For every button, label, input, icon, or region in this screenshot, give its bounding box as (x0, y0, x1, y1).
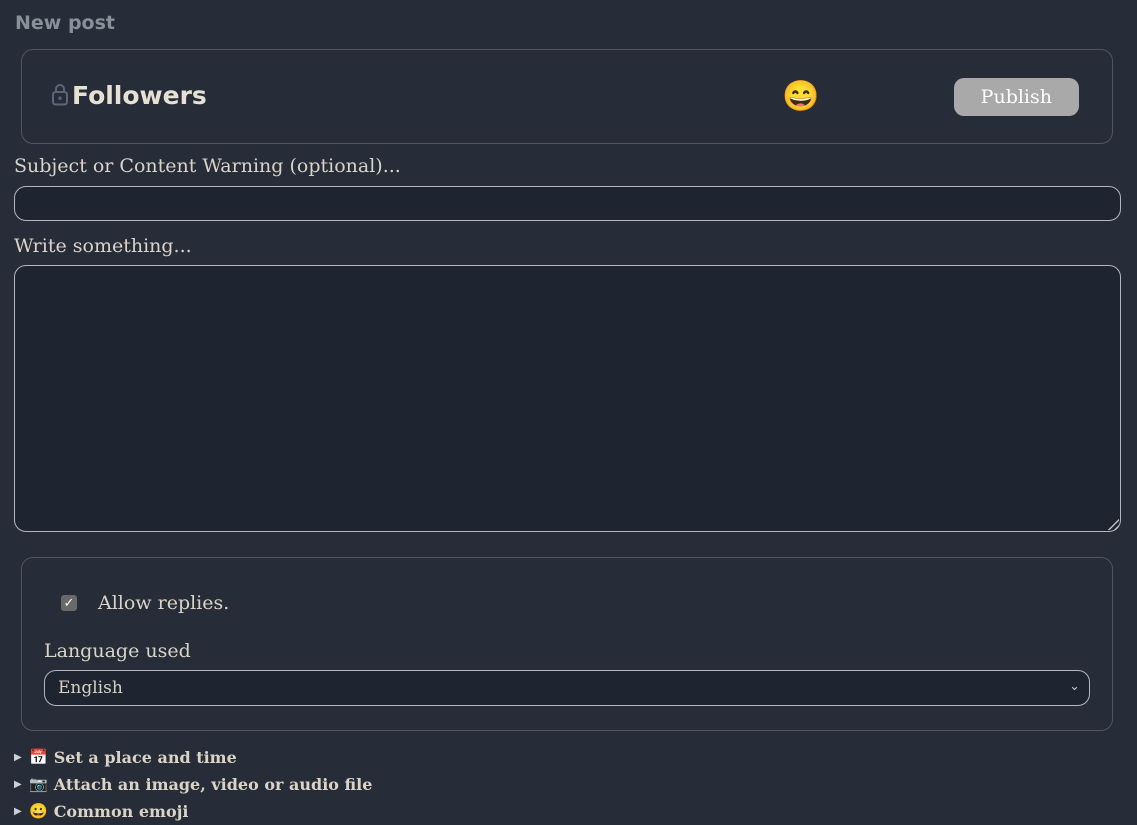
subject-label: Subject or Content Warning (optional)... (14, 156, 1121, 177)
allow-replies-checkbox[interactable]: ✓ (61, 595, 77, 611)
post-options-panel: ✓ Allow replies. Language used English ⌄ (21, 557, 1113, 731)
language-select-wrap: English ⌄ (44, 670, 1090, 706)
subject-input[interactable] (14, 186, 1121, 221)
camera-icon: 📷 (29, 771, 48, 798)
check-icon: ✓ (64, 597, 75, 610)
disclosure-triangle-icon: ▶ (14, 744, 23, 771)
body-label: Write something... (14, 236, 1121, 257)
language-label: Language used (44, 641, 1090, 662)
grinning-face-icon: 😀 (29, 798, 48, 825)
publish-button[interactable]: Publish (954, 78, 1079, 116)
disclosure-triangle-icon: ▶ (14, 798, 23, 825)
body-textarea[interactable] (14, 265, 1121, 532)
common-emoji-label: Common emoji (54, 798, 189, 825)
body-textarea-wrap (14, 265, 1121, 532)
common-emoji-details: ▶ 😀 Common emoji (14, 798, 1121, 825)
calendar-icon: 📅 (29, 744, 48, 771)
place-time-label: Set a place and time (54, 744, 237, 771)
visibility-selector[interactable]: Followers (51, 82, 782, 111)
allow-replies-label: Allow replies. (98, 592, 229, 614)
emoji-picker-icon[interactable]: 😄 (782, 80, 819, 113)
allow-replies-row: ✓ Allow replies. (61, 592, 1090, 614)
extra-options-list: ▶ 📅 Set a place and time ▶ 📷 Attach an i… (14, 744, 1121, 825)
place-time-details: ▶ 📅 Set a place and time (14, 744, 1121, 771)
common-emoji-summary[interactable]: ▶ 😀 Common emoji (14, 798, 1121, 825)
attach-media-label: Attach an image, video or audio file (54, 771, 373, 798)
language-select[interactable]: English (44, 670, 1090, 706)
lock-icon (51, 83, 69, 111)
attach-media-summary[interactable]: ▶ 📷 Attach an image, video or audio file (14, 771, 1121, 798)
attach-media-details: ▶ 📷 Attach an image, video or audio file (14, 771, 1121, 798)
page-title: New post (15, 12, 1121, 35)
place-time-summary[interactable]: ▶ 📅 Set a place and time (14, 744, 1121, 771)
visibility-label: Followers (72, 82, 207, 110)
composer-header-panel: Followers 😄 Publish (21, 49, 1113, 144)
disclosure-triangle-icon: ▶ (14, 771, 23, 798)
